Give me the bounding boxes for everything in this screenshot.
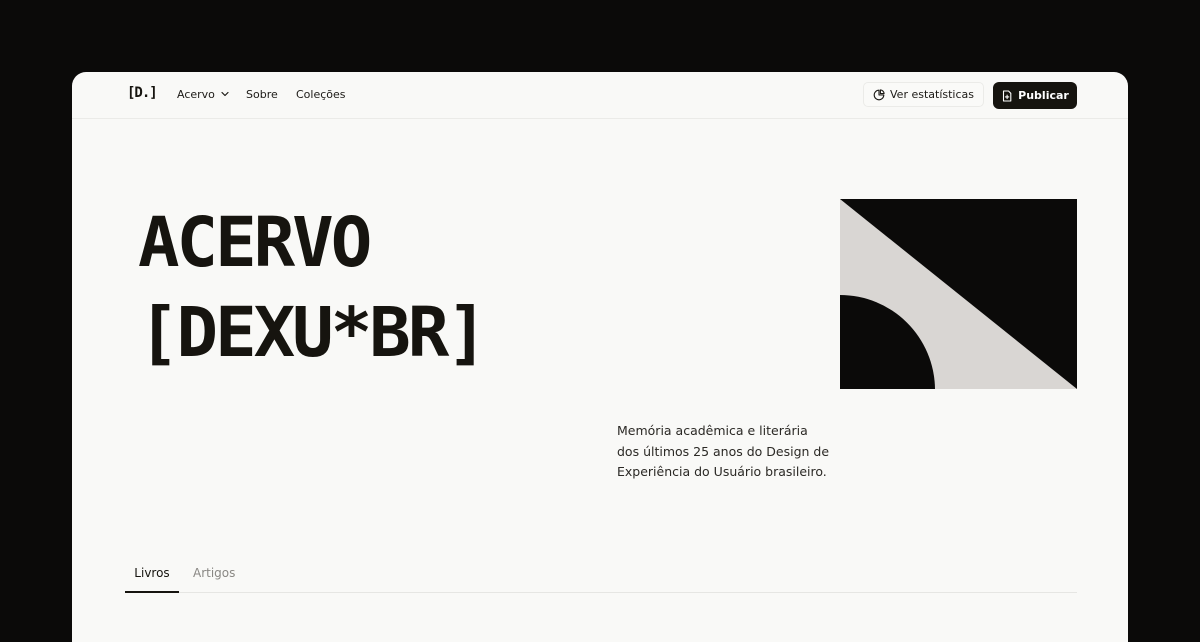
publish-button[interactable]: Publicar [993, 82, 1077, 109]
view-stats-label: Ver estatísticas [890, 88, 974, 101]
hero-title-line-2: [DEXU*BR] [138, 293, 488, 373]
hero-title-line-1: ACERVO [138, 203, 372, 283]
logo[interactable]: [D.] [127, 85, 158, 101]
tab-livros[interactable]: Livros [125, 566, 179, 593]
app-window: [D.] Acervo Sobre Coleções Ver estatísti… [72, 72, 1128, 642]
nav-acervo[interactable]: Acervo [177, 88, 230, 101]
content-tabs: Livros Artigos [125, 558, 1077, 593]
hero-description: Memória acadêmica e literária dos último… [617, 423, 830, 479]
nav-colecoes[interactable]: Coleções [296, 88, 346, 101]
nav-sobre[interactable]: Sobre [246, 88, 278, 101]
chevron-down-icon [220, 89, 230, 99]
hero-title: ACERVO [DEXU*BR] [138, 198, 488, 378]
file-plus-icon [1001, 89, 1013, 102]
publish-label: Publicar [1018, 89, 1069, 102]
view-stats-button[interactable]: Ver estatísticas [863, 82, 984, 107]
navbar: [D.] Acervo Sobre Coleções Ver estatísti… [72, 72, 1128, 119]
nav-acervo-label: Acervo [177, 88, 215, 101]
pie-chart-icon [873, 88, 885, 101]
tab-artigos[interactable]: Artigos [193, 566, 235, 591]
hero-artwork [840, 199, 1077, 389]
